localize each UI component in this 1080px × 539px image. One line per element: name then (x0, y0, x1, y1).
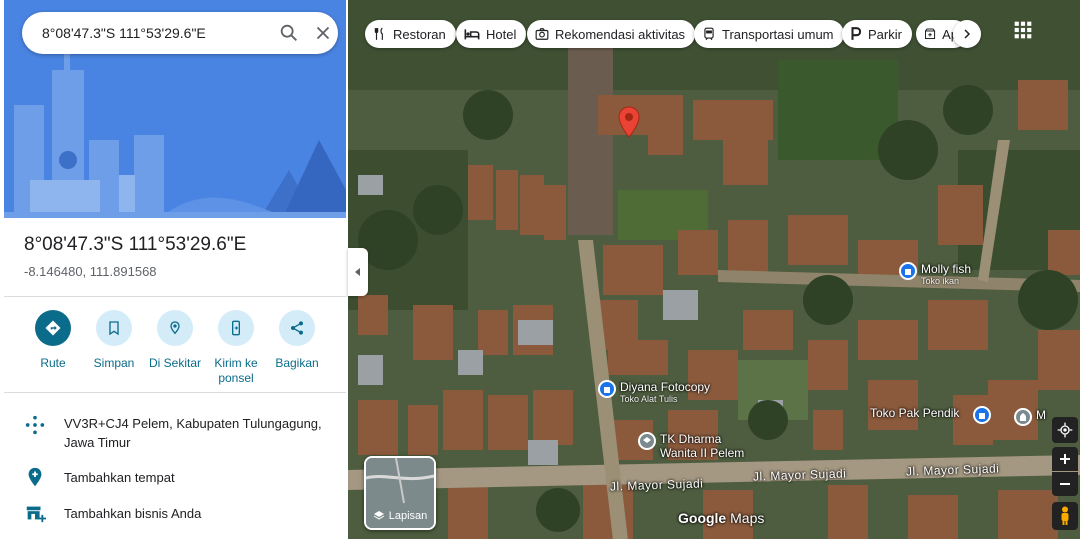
poi-name: TK Dharma (660, 432, 722, 446)
close-icon[interactable] (312, 22, 334, 44)
watermark-brand: Google (678, 510, 727, 526)
chip-parking[interactable]: Parkir (842, 20, 912, 48)
satellite-map[interactable]: Molly fish Toko ikan Diyana Fotocopy Toko … (348, 0, 1080, 539)
plus-code-icon (25, 415, 45, 435)
my-location-button[interactable] (1052, 417, 1078, 443)
chip-things-to-do[interactable]: Rekomendasi aktivitas (527, 20, 696, 48)
shopping-bag-icon (899, 262, 917, 280)
send-to-phone-button[interactable]: Kirim ke ponsel (206, 306, 266, 386)
place-panel: 8°08'47.3"S 111°53'29.6"E 8°08'47.3"S 11… (0, 0, 348, 539)
share-icon (279, 310, 315, 346)
poi-name: Toko Pak Pendik (870, 406, 960, 420)
parking-icon (851, 27, 862, 40)
search-icon[interactable] (278, 22, 300, 44)
chevron-right-icon (964, 29, 971, 39)
location-pin-icon[interactable] (618, 106, 640, 138)
layers-button[interactable]: Lapisan (364, 456, 436, 530)
poi-m[interactable]: M (1014, 408, 1046, 426)
add-place-row[interactable]: Tambahkan tempat (0, 466, 348, 490)
plus-code-text: VV3R+CJ4 Pelem, Kabupaten Tulungagung, J… (64, 416, 322, 450)
poi-molly-fish[interactable]: Molly fish Toko ikan (899, 262, 971, 287)
mosque-icon (1014, 408, 1032, 426)
layers-label: Lapisan (388, 510, 428, 522)
nearby-icon (157, 310, 193, 346)
send-to-phone-label: Kirim ke ponsel (214, 356, 258, 385)
shopping-bag-icon (598, 380, 616, 398)
layers-label-row: Lapisan (366, 510, 434, 522)
place-title: 8°08'47.3"S 111°53'29.6"E (24, 234, 247, 255)
zoom-out-button[interactable] (1052, 472, 1078, 496)
divider (4, 296, 346, 297)
share-button[interactable]: Bagikan (267, 306, 327, 371)
save-label: Simpan (93, 356, 135, 370)
poi-category: Toko ikan (921, 276, 960, 286)
poi-name: Diyana Fotocopy (620, 380, 711, 394)
add-business-icon (26, 506, 46, 523)
chip-label: Hotel (486, 26, 517, 42)
add-business-label: Tambahkan bisnis Anda (64, 506, 202, 521)
watermark-product: Maps (730, 510, 765, 526)
layers-icon (373, 511, 384, 520)
camera-icon (535, 28, 549, 40)
poi-name: Molly fish (921, 262, 972, 276)
chip-restaurants[interactable]: Restoran (365, 20, 456, 48)
chip-label: Rekomendasi aktivitas (555, 26, 686, 42)
add-location-icon (28, 467, 42, 487)
caret-left-icon (355, 268, 360, 276)
chip-label: Restoran (393, 26, 446, 42)
route-button[interactable]: Rute (23, 306, 83, 371)
poi-diyana-fotocopy[interactable]: Diyana Fotocopy Toko Alat Tulis (598, 380, 710, 405)
nearby-button[interactable]: Di Sekitar (145, 306, 205, 371)
send-to-phone-icon (218, 310, 254, 346)
bookmark-icon (96, 310, 132, 346)
share-label: Bagikan (275, 356, 319, 370)
chip-transit[interactable]: Transportasi umum (694, 20, 844, 48)
poi-toko-pak-pendik[interactable]: Toko Pak Pendik (870, 406, 992, 424)
plus-code-row[interactable]: VV3R+CJ4 Pelem, Kabupaten Tulungagung, J… (0, 414, 348, 454)
chips-next-button[interactable] (953, 20, 981, 48)
search-box[interactable]: 8°08'47.3"S 111°53'29.6"E (22, 12, 338, 54)
poi-category: Toko Alat Tulis (620, 394, 678, 404)
route-label: Rute (40, 356, 66, 370)
nearby-label: Di Sekitar (148, 356, 201, 370)
minus-icon (1060, 483, 1070, 485)
poi-subname: Wanita II Pelem (660, 446, 745, 460)
restaurant-icon (374, 27, 383, 40)
school-icon (638, 432, 656, 450)
directions-icon (35, 310, 71, 346)
divider (4, 392, 346, 393)
pharmacy-icon (925, 28, 936, 40)
maps-app: 8°08'47.3"S 111°53'29.6"E 8°08'47.3"S 11… (0, 0, 1080, 539)
transit-icon (704, 27, 714, 41)
poi-name: M (1036, 408, 1046, 422)
poi-tk-dharma[interactable]: TK Dharma Wanita II Pelem (638, 432, 744, 460)
add-business-row[interactable]: Tambahkan bisnis Anda (0, 502, 348, 526)
shopping-bag-icon (973, 406, 992, 424)
chip-hotels[interactable]: Hotel (456, 20, 527, 48)
save-button[interactable]: Simpan (84, 306, 144, 371)
chip-label: Transportasi umum (722, 26, 834, 42)
apps-grid-icon[interactable] (1013, 20, 1033, 40)
chip-label: Parkir (868, 26, 902, 42)
google-maps-watermark: Google Maps (678, 510, 764, 526)
crosshair-icon (1057, 422, 1073, 438)
zoom-in-button[interactable] (1052, 447, 1078, 471)
hotel-icon (464, 29, 480, 40)
search-input[interactable]: 8°08'47.3"S 111°53'29.6"E (42, 25, 206, 41)
collapse-panel-button[interactable] (348, 248, 368, 296)
plus-icon (1060, 454, 1070, 464)
street-view-pegman[interactable] (1052, 502, 1078, 530)
pegman-icon (1061, 506, 1069, 525)
add-place-label: Tambahkan tempat (64, 470, 175, 485)
place-decimal-coordinates: -8.146480, 111.891568 (24, 264, 157, 279)
hero-illustration: 8°08'47.3"S 111°53'29.6"E (4, 0, 346, 218)
